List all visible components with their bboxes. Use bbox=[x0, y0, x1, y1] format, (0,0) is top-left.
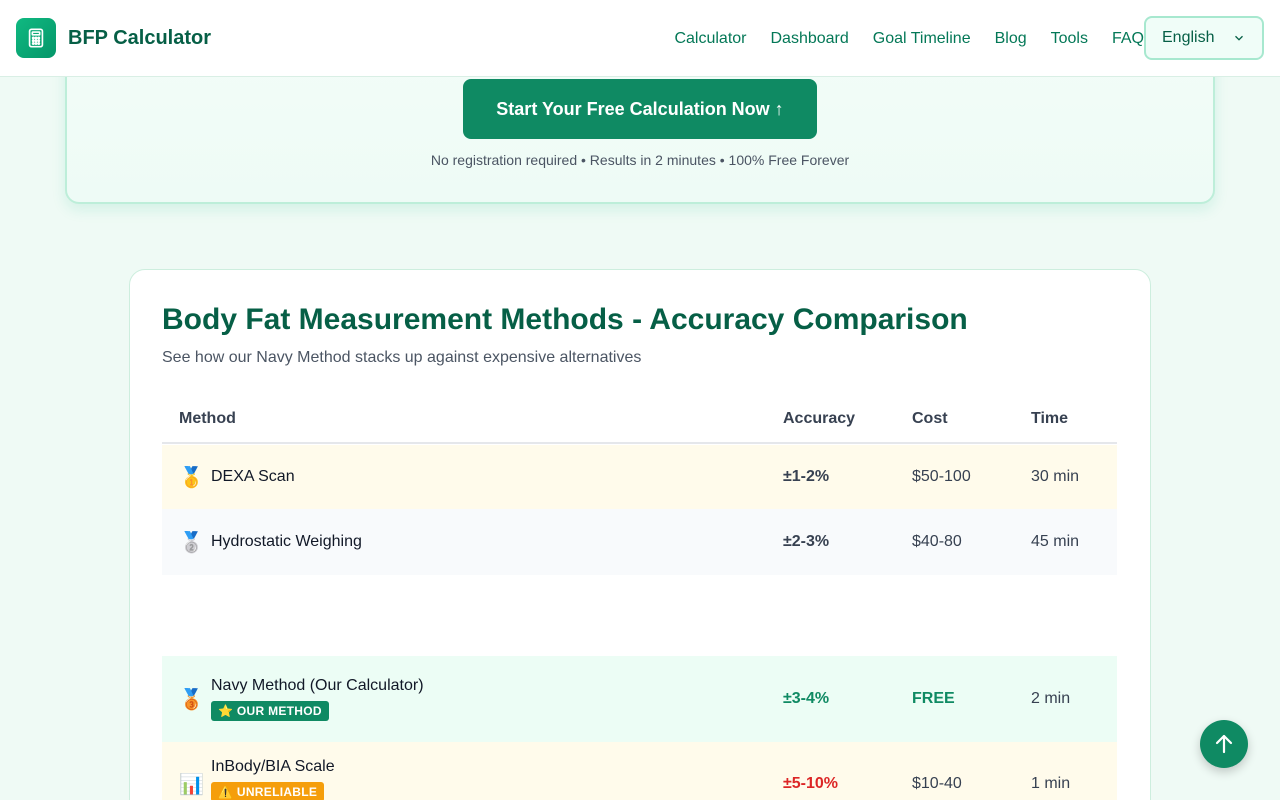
column-method: Method bbox=[179, 410, 236, 427]
start-calculation-button[interactable]: Start Your Free Calculation Now ↑ bbox=[463, 79, 817, 139]
cta-note: No registration required • Results in 2 … bbox=[430, 152, 850, 168]
nav-dashboard[interactable]: Dashboard bbox=[770, 30, 848, 48]
time-value: 45 min bbox=[1031, 533, 1080, 550]
bronze-medal-icon: 🥉 bbox=[179, 688, 204, 711]
cost-value: FREE bbox=[912, 690, 955, 707]
table-row: 🥉 Navy Method (Our Calculator) ⭐ OUR MET… bbox=[162, 656, 1117, 742]
language-label: English bbox=[1162, 29, 1215, 46]
method-name: Navy Method (Our Calculator) bbox=[211, 677, 424, 694]
table-header: Method Accuracy Cost Time bbox=[162, 396, 1117, 444]
time-value: 1 min bbox=[1031, 775, 1071, 792]
bar-chart-icon: 📊 bbox=[179, 774, 204, 796]
scroll-to-top-button[interactable] bbox=[1200, 720, 1248, 768]
nav-goal-timeline[interactable]: Goal Timeline bbox=[873, 30, 971, 48]
cost-value: $50-100 bbox=[912, 468, 971, 485]
nav-calculator[interactable]: Calculator bbox=[674, 30, 746, 48]
silver-medal-icon: 🥈 bbox=[179, 531, 204, 554]
arrow-up-icon bbox=[1215, 734, 1233, 754]
main-nav: Calculator Dashboard Goal Timeline Blog … bbox=[650, 0, 1144, 77]
table-row: 🥈 Hydrostatic Weighing ±2-3% $40-80 45 m… bbox=[162, 509, 1117, 575]
column-cost: Cost bbox=[912, 410, 948, 427]
calculator-icon[interactable] bbox=[16, 18, 56, 58]
site-header: BFP Calculator Calculator Dashboard Goal… bbox=[0, 0, 1280, 77]
site-title[interactable]: BFP Calculator bbox=[68, 27, 211, 50]
accuracy-value: ±1-2% bbox=[783, 468, 830, 485]
time-value: 2 min bbox=[1031, 690, 1071, 707]
our-method-badge: ⭐ OUR METHOD bbox=[211, 701, 329, 721]
unreliable-badge: ⚠️ UNRELIABLE bbox=[211, 782, 325, 800]
cost-value: $40-80 bbox=[912, 533, 962, 550]
chevron-down-icon bbox=[1235, 35, 1243, 41]
nav-tools[interactable]: Tools bbox=[1051, 30, 1088, 48]
method-name: InBody/BIA Scale bbox=[211, 758, 335, 775]
accuracy-value: ±3-4% bbox=[783, 690, 830, 707]
comparison-title: Body Fat Measurement Methods - Accuracy … bbox=[162, 303, 968, 336]
table-row: 📊 InBody/BIA Scale ⚠️ UNRELIABLE ±5-10% … bbox=[162, 742, 1117, 800]
cost-value: $10-40 bbox=[912, 775, 962, 792]
column-time: Time bbox=[1031, 410, 1069, 427]
accuracy-value: ±5-10% bbox=[783, 775, 839, 792]
method-name: Hydrostatic Weighing bbox=[211, 533, 362, 550]
nav-faq[interactable]: FAQ bbox=[1112, 30, 1144, 48]
accuracy-value: ±2-3% bbox=[783, 533, 830, 550]
column-accuracy: Accuracy bbox=[783, 410, 856, 427]
language-select[interactable]: English bbox=[1144, 16, 1264, 60]
table-row: 🥇 DEXA Scan ±1-2% $50-100 30 min bbox=[162, 445, 1117, 509]
time-value: 30 min bbox=[1031, 468, 1080, 485]
method-name: DEXA Scan bbox=[211, 468, 295, 485]
nav-blog[interactable]: Blog bbox=[995, 30, 1027, 48]
gold-medal-icon: 🥇 bbox=[179, 466, 204, 489]
comparison-subtitle: See how our Navy Method stacks up agains… bbox=[162, 349, 642, 366]
